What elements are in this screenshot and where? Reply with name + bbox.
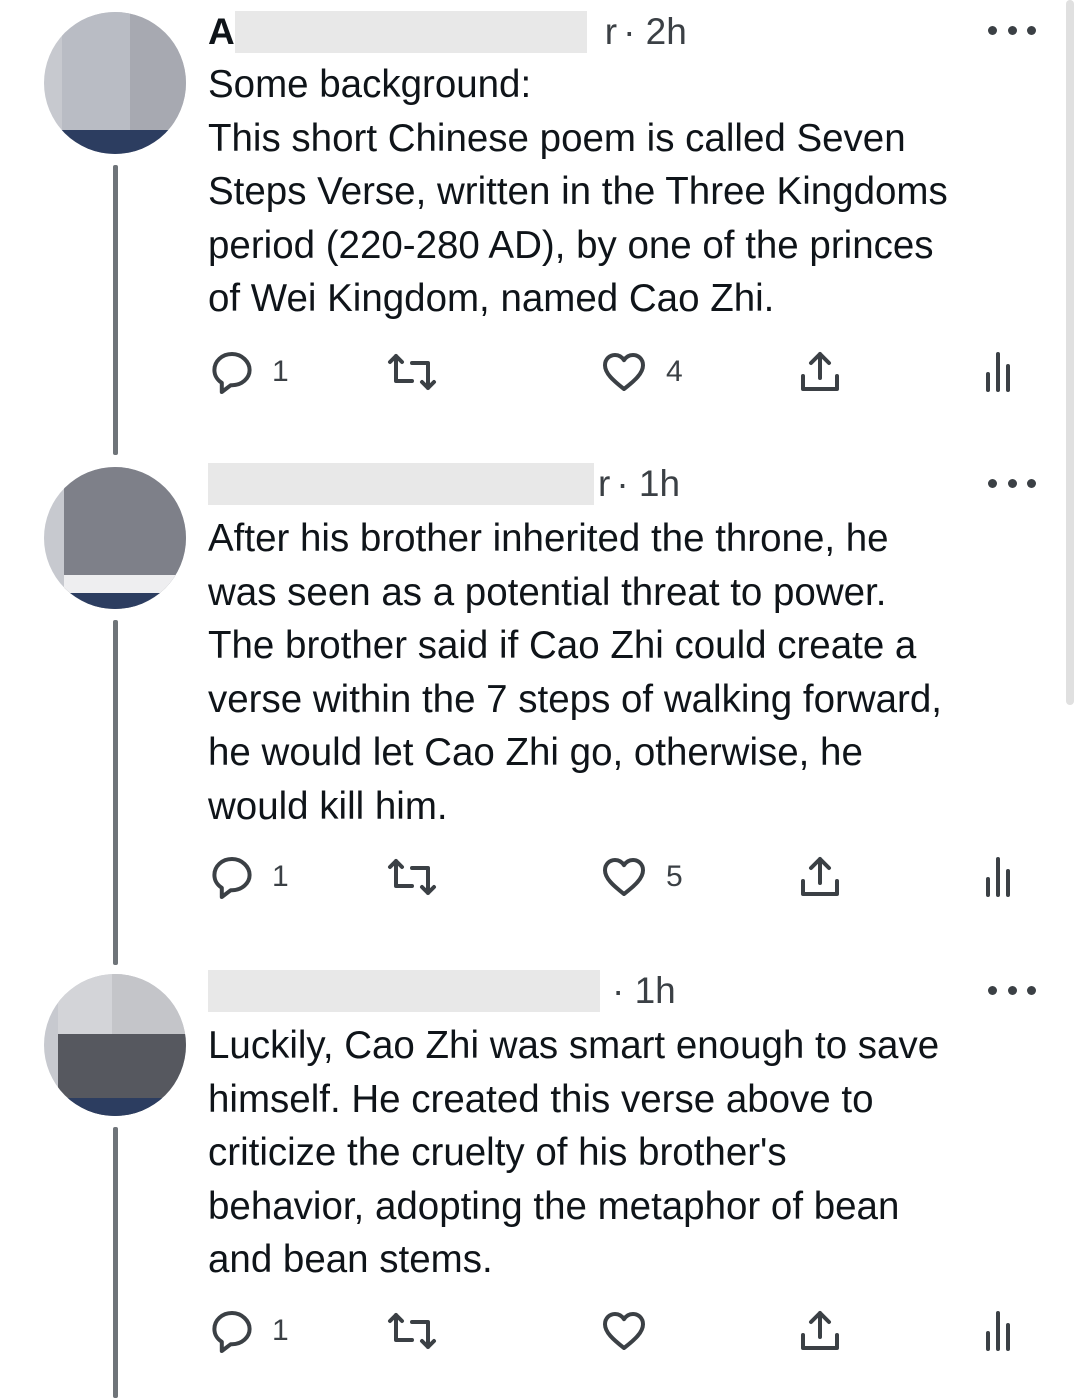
reply-button[interactable]: 1 — [208, 347, 289, 397]
redacted-handle — [208, 463, 594, 505]
analytics-icon — [978, 853, 1018, 901]
timestamp[interactable]: · 2h — [623, 11, 687, 53]
heart-icon — [600, 1307, 648, 1355]
thread-line — [113, 620, 118, 965]
analytics-icon — [978, 348, 1018, 396]
share-icon — [796, 348, 844, 396]
redacted-handle — [234, 11, 587, 53]
reply-count: 1 — [272, 1314, 289, 1347]
share-icon — [796, 853, 844, 901]
tweet-text: Luckily, Cao Zhi was smart enough to sav… — [208, 1024, 940, 1281]
like-button[interactable]: 4 — [600, 347, 683, 397]
analytics-button[interactable] — [978, 852, 1018, 902]
tweet-header: A r · 2h — [208, 4, 687, 60]
retweet-icon — [386, 348, 438, 396]
retweet-icon — [386, 1307, 438, 1355]
handle-tail: r — [604, 11, 618, 52]
more-icon[interactable] — [988, 975, 1036, 1005]
reply-icon — [208, 853, 256, 901]
like-count: 5 — [666, 860, 683, 893]
reply-icon — [208, 1307, 256, 1355]
retweet-icon — [386, 853, 438, 901]
more-icon[interactable] — [988, 468, 1036, 498]
reply-icon — [208, 348, 256, 396]
thread-line — [113, 1127, 118, 1398]
timestamp[interactable]: · 1h — [612, 970, 676, 1012]
tweet-3[interactable]: · 1h Luckily, Cao Zhi was smart enough t… — [0, 962, 1080, 1398]
reply-button[interactable]: 1 — [208, 1306, 289, 1356]
avatar[interactable] — [44, 974, 186, 1116]
thread-line — [113, 165, 118, 455]
author-name[interactable]: A — [208, 11, 235, 53]
heart-icon — [600, 853, 648, 901]
tweet-2[interactable]: r · 1h After his brother inherited the t… — [0, 455, 1080, 965]
timestamp[interactable]: · 1h — [616, 463, 680, 505]
like-button[interactable] — [600, 1306, 666, 1356]
tweet-text: After his brother inherited the throne, … — [208, 517, 942, 828]
retweet-button[interactable] — [386, 852, 438, 902]
analytics-icon — [978, 1307, 1018, 1355]
handle-tail: r — [598, 463, 611, 504]
like-count: 4 — [666, 355, 683, 388]
share-button[interactable] — [796, 347, 844, 397]
avatar[interactable] — [44, 467, 186, 609]
share-icon — [796, 1307, 844, 1355]
tweet-actions: 1 5 — [208, 852, 1028, 902]
tweet-header: r · 1h — [208, 456, 680, 512]
reply-count: 1 — [272, 355, 289, 388]
tweet-text: Some background: This short Chinese poem… — [208, 63, 948, 320]
reply-button[interactable]: 1 — [208, 852, 289, 902]
avatar[interactable] — [44, 12, 186, 154]
tweet-header: · 1h — [208, 963, 676, 1019]
redacted-handle — [208, 970, 600, 1012]
more-icon[interactable] — [988, 15, 1036, 45]
tweet-actions: 1 — [208, 1306, 1028, 1356]
reply-count: 1 — [272, 860, 289, 893]
share-button[interactable] — [796, 1306, 844, 1356]
retweet-button[interactable] — [386, 1306, 438, 1356]
tweet-1[interactable]: A r · 2h Some background: This short Chi… — [0, 0, 1080, 455]
tweet-actions: 1 4 — [208, 347, 1028, 397]
heart-icon — [600, 348, 648, 396]
like-button[interactable]: 5 — [600, 852, 683, 902]
retweet-button[interactable] — [386, 347, 438, 397]
analytics-button[interactable] — [978, 347, 1018, 397]
share-button[interactable] — [796, 852, 844, 902]
analytics-button[interactable] — [978, 1306, 1018, 1356]
